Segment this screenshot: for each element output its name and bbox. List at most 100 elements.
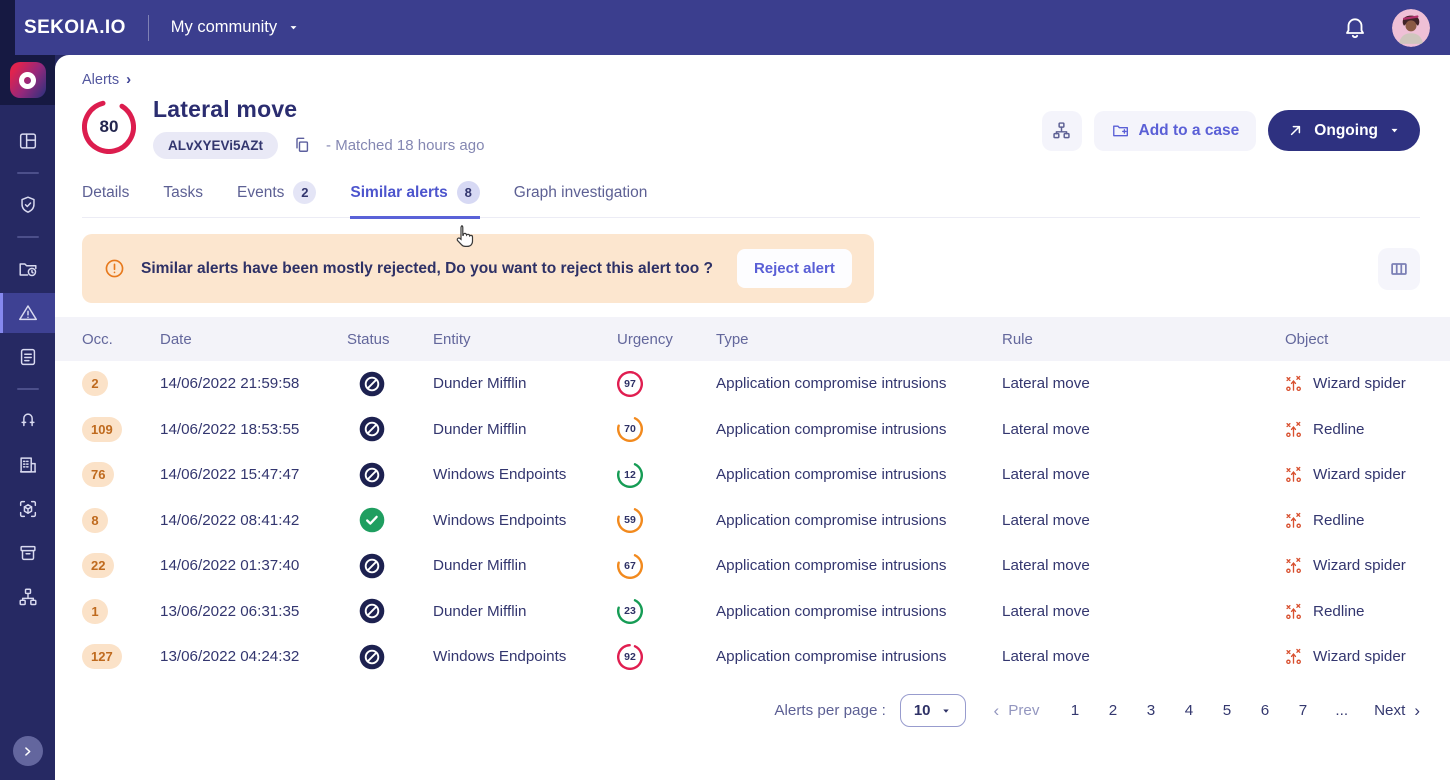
sekoia-logo-icon[interactable] (10, 62, 46, 98)
table-columns-button[interactable] (1378, 248, 1420, 290)
table-row[interactable]: 814/06/2022 08:41:42Windows Endpoints59A… (55, 498, 1450, 544)
tab-label: Graph investigation (514, 184, 648, 202)
sidebar-item-report[interactable] (0, 337, 55, 377)
copy-icon[interactable] (291, 135, 313, 157)
table-row[interactable]: 113/06/2022 06:31:35Dunder Mifflin23Appl… (55, 589, 1450, 635)
tab-label: Tasks (163, 184, 203, 202)
column-header-occ: Occ. (82, 331, 160, 348)
next-page-button[interactable]: Next › (1374, 702, 1420, 719)
alert-status-label: Ongoing (1314, 122, 1378, 140)
type-cell: Application compromise intrusions (716, 512, 1002, 529)
prev-label: Prev (1008, 702, 1039, 719)
alert-title-block: Lateral move ALvXYEVi5AZt - Matched 18 h… (153, 96, 484, 159)
tab-bar: Details Tasks Events2 Similar alerts8 Graph … (82, 181, 1420, 218)
table-row[interactable]: 10914/06/2022 18:53:55Dunder Mifflin70Ap… (55, 407, 1450, 453)
urgency-value: 97 (617, 371, 643, 397)
tab-graph-investigation[interactable]: Graph investigation (514, 181, 648, 217)
page-number-7[interactable]: 7 (1297, 702, 1308, 719)
urgency-value: 23 (617, 598, 643, 624)
sidebar-item-sitemap[interactable] (0, 577, 55, 617)
tab-similar-alerts[interactable]: Similar alerts8 (350, 181, 479, 219)
per-page-select[interactable]: 10 (900, 694, 966, 727)
next-label: Next (1374, 702, 1405, 719)
alert-status-button[interactable]: Ongoing (1268, 110, 1420, 151)
breadcrumb-alerts-link[interactable]: Alerts (82, 72, 119, 88)
sidebar-item-shield-check[interactable] (0, 185, 55, 225)
occurrence-badge: 2 (82, 371, 108, 396)
add-to-case-button[interactable]: Add to a case (1094, 111, 1257, 151)
shield-check-icon (17, 194, 39, 216)
folder-clock-icon (17, 258, 39, 280)
community-label: My community (171, 18, 277, 37)
tactics-icon (1285, 603, 1302, 620)
sidebar-item-archive-box[interactable] (0, 533, 55, 573)
archive-box-icon (17, 542, 39, 564)
occurrence-badge: 76 (82, 462, 114, 487)
status-rejected-icon (359, 371, 385, 397)
columns-icon (1388, 258, 1410, 280)
tactics-icon (1285, 421, 1302, 438)
similar-alerts-table: Occ.DateStatusEntityUrgencyTypeRuleObjec… (55, 317, 1450, 680)
graph-view-button[interactable] (1042, 111, 1082, 151)
type-cell: Application compromise intrusions (716, 603, 1002, 620)
occurrence-badge: 127 (82, 644, 122, 669)
date-cell: 13/06/2022 04:24:32 (160, 648, 347, 665)
column-header-date: Date (160, 331, 347, 348)
page-number-1[interactable]: 1 (1069, 702, 1080, 719)
box-scan-icon (17, 498, 39, 520)
urgency-gauge: 23 (617, 598, 643, 624)
date-cell: 14/06/2022 15:47:47 (160, 466, 347, 483)
sidebar-item-folder-clock[interactable] (0, 249, 55, 289)
notifications-bell-icon[interactable] (1342, 15, 1368, 41)
app-window: SEKOIA.IO My community (0, 0, 1450, 780)
tab-details[interactable]: Details (82, 181, 129, 217)
page-number-6[interactable]: 6 (1259, 702, 1270, 719)
sidebar-divider (17, 236, 39, 238)
rule-cell: Lateral move (1002, 375, 1285, 392)
table-row[interactable]: 214/06/2022 21:59:58Dunder Mifflin97Appl… (55, 361, 1450, 407)
prev-page-button[interactable]: ‹ Prev (994, 702, 1040, 719)
rule-cell: Lateral move (1002, 512, 1285, 529)
sidebar-item-alert-triangle[interactable] (0, 293, 55, 333)
entity-cell: Dunder Mifflin (433, 421, 617, 438)
urgency-gauge: 92 (617, 644, 643, 670)
tab-events[interactable]: Events2 (237, 181, 316, 217)
occurrence-cell: 127 (82, 644, 122, 669)
urgency-value: 67 (617, 553, 643, 579)
occurrence-cell: 22 (82, 553, 114, 578)
status-accepted-icon (359, 507, 385, 533)
navbar-divider (148, 15, 149, 41)
page-numbers: 1 2 3 4 5 6 7 (1069, 702, 1308, 719)
tab-tasks[interactable]: Tasks (163, 181, 203, 217)
type-cell: Application compromise intrusions (716, 466, 1002, 483)
page-number-2[interactable]: 2 (1107, 702, 1118, 719)
brand-logo-text: SEKOIA.IO (24, 17, 126, 39)
alert-score-gauge: 80 (82, 100, 136, 154)
urgency-value: 59 (617, 507, 643, 533)
sidebar-expand-button[interactable] (13, 736, 43, 766)
reject-alert-button[interactable]: Reject alert (737, 249, 852, 288)
user-avatar[interactable] (1392, 9, 1430, 47)
table-row[interactable]: 12713/06/2022 04:24:32Windows Endpoints9… (55, 634, 1450, 680)
urgency-gauge: 12 (617, 462, 643, 488)
tab-label: Details (82, 184, 129, 202)
top-navbar: SEKOIA.IO My community (0, 0, 1450, 55)
table-row[interactable]: 2214/06/2022 01:37:40Dunder Mifflin67App… (55, 543, 1450, 589)
status-rejected-icon (359, 416, 385, 442)
sidebar-logo-section (0, 55, 55, 105)
sidebar-item-building[interactable] (0, 445, 55, 485)
object-cell: Wizard spider (1285, 466, 1420, 483)
sidebar-item-dashboard[interactable] (0, 121, 55, 161)
page-number-4[interactable]: 4 (1183, 702, 1194, 719)
page-number-3[interactable]: 3 (1145, 702, 1156, 719)
alert-short-id-chip[interactable]: ALvXYEVi5AZt (153, 132, 278, 159)
date-cell: 14/06/2022 21:59:58 (160, 375, 347, 392)
page-number-5[interactable]: 5 (1221, 702, 1232, 719)
community-selector[interactable]: My community (171, 18, 300, 37)
status-rejected-icon (359, 462, 385, 488)
sidebar-item-box-scan[interactable] (0, 489, 55, 529)
status-rejected-icon (359, 598, 385, 624)
table-row[interactable]: 76 14/06/2022 15:47:47 Windows Endpoints12… (55, 452, 1450, 498)
entity-cell: Windows Endpoints (433, 466, 617, 483)
sidebar-item-intake-plug[interactable] (0, 401, 55, 441)
